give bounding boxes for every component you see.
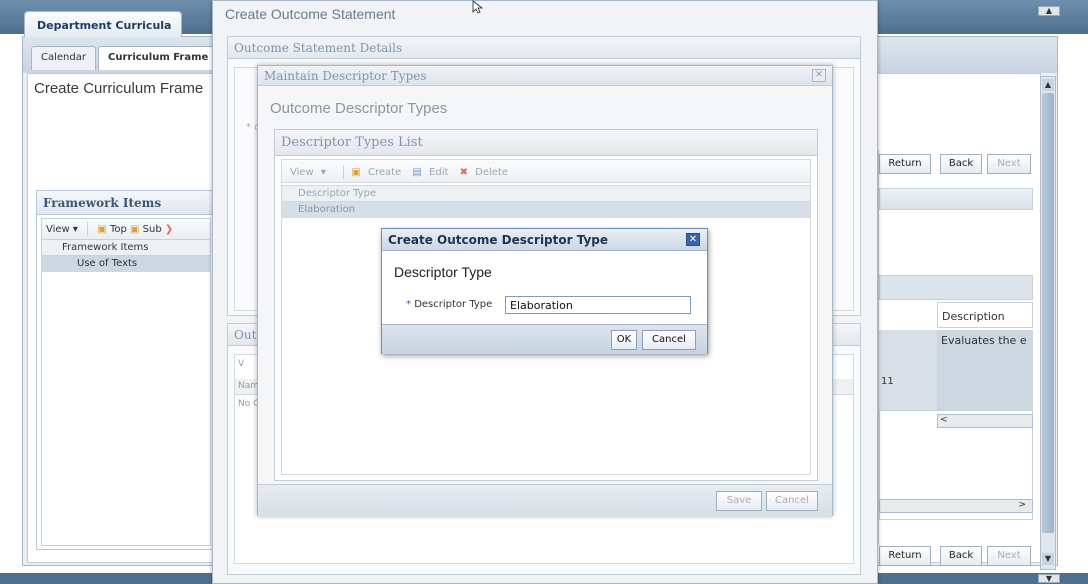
dialog-title: Create Outcome Descriptor Type xyxy=(388,233,609,247)
tab-label: Curriculum Frame xyxy=(108,52,209,63)
close-icon[interactable]: ✕ xyxy=(686,233,700,246)
dialog-title: Create Outcome Statement xyxy=(225,6,396,22)
framework-items-title: Framework Items xyxy=(37,191,215,215)
window-control-button[interactable]: ▲ xyxy=(1038,6,1060,16)
create-icon: ▣ xyxy=(97,224,107,235)
tab-department-curricula[interactable]: Department Curricula xyxy=(24,11,182,37)
edit-label: Edit xyxy=(429,167,449,178)
create-label: Create xyxy=(367,167,402,178)
delete-icon[interactable]: ❯ xyxy=(165,224,173,235)
create-button[interactable]: ▣ Create xyxy=(351,167,405,178)
framework-items-panel: Framework Items View ▾ ▣ Top ▣ Sub ❯ Fra… xyxy=(36,190,216,550)
tab-label: Calendar xyxy=(41,52,86,63)
framework-column-header: Framework Items xyxy=(41,240,211,256)
right-details-section: Description 11 Evaluates the e < > xyxy=(878,150,1034,545)
mouse-cursor-icon xyxy=(472,0,484,14)
horizontal-scrollbar[interactable]: > xyxy=(879,499,1033,513)
dialog-heading: Descriptor Type xyxy=(394,264,492,280)
toolbar-divider xyxy=(87,222,89,236)
edit-icon: ▤ xyxy=(412,167,422,178)
panel-title: Outcome Statement Details xyxy=(228,37,860,59)
add-sub-button[interactable]: ▣ Sub xyxy=(130,224,162,235)
chevron-down-icon: ▾ xyxy=(72,224,78,235)
delete-button[interactable]: ✖ Delete xyxy=(460,167,512,178)
cancel-button[interactable]: Cancel xyxy=(642,330,696,350)
description-cell[interactable]: Evaluates the e xyxy=(937,330,1033,410)
create-icon: ▣ xyxy=(351,167,361,178)
tab-curriculum-framework[interactable]: Curriculum Frame xyxy=(98,46,219,70)
section-header xyxy=(879,188,1033,210)
delete-icon: ✖ xyxy=(459,167,468,178)
panel-title: Descriptor Types List xyxy=(275,130,817,156)
horizontal-scrollbar[interactable]: < xyxy=(937,414,1033,428)
close-icon[interactable]: ✕ xyxy=(812,69,826,82)
section-heading: Outcome Descriptor Types xyxy=(270,100,448,117)
view-menu-button[interactable]: View ▾ xyxy=(46,224,78,235)
return-button-bottom[interactable]: Return xyxy=(879,546,931,566)
cancel-button[interactable]: Cancel xyxy=(766,491,818,511)
view-menu-button[interactable]: V xyxy=(238,359,244,369)
descriptor-type-label: * Descriptor Type xyxy=(406,299,492,310)
dialog-footer: OK Cancel xyxy=(382,324,707,354)
tab-calendar[interactable]: Calendar xyxy=(31,46,96,70)
vertical-scrollbar[interactable]: ▲ ▼ xyxy=(1040,76,1056,570)
framework-toolbar: View ▾ ▣ Top ▣ Sub ❯ xyxy=(41,218,211,240)
descriptor-toolbar: View ▾ ▣ Create ▤ Edit ✖ Delete xyxy=(281,159,811,183)
table-row[interactable]: Elaboration xyxy=(282,202,810,218)
back-button-bottom[interactable]: Back xyxy=(940,546,982,566)
next-button-bottom[interactable]: Next xyxy=(987,546,1031,566)
table-row[interactable]: Use of Texts xyxy=(41,256,211,272)
chevron-up-icon[interactable]: ▲ xyxy=(1042,79,1054,91)
create-icon: ▣ xyxy=(130,224,140,235)
dialog-titlebar: Maintain Descriptor Types xyxy=(258,66,832,86)
delete-label: Delete xyxy=(475,167,509,178)
add-top-button[interactable]: ▣ Top xyxy=(97,224,127,235)
save-button[interactable]: Save xyxy=(716,491,762,511)
create-outcome-descriptor-type-dialog: Create Outcome Descriptor Type ✕ Descrip… xyxy=(381,228,708,354)
table-cell: 11 xyxy=(879,330,937,410)
view-label: View xyxy=(46,224,70,235)
view-menu-button[interactable]: View ▾ xyxy=(290,167,330,178)
top-label: Top xyxy=(109,224,127,235)
framework-grid-body xyxy=(41,272,211,546)
dialog-titlebar: Create Outcome Descriptor Type xyxy=(382,229,707,251)
chevron-down-icon: ▾ xyxy=(320,167,326,178)
chevron-right-icon[interactable]: > xyxy=(1018,500,1026,510)
chevron-left-icon[interactable]: < xyxy=(940,415,948,425)
dialog-title: Maintain Descriptor Types xyxy=(264,69,427,83)
scrollbar-thumb[interactable] xyxy=(1042,93,1054,533)
edit-button[interactable]: ▤ Edit xyxy=(412,167,452,178)
required-asterisk: * xyxy=(406,299,411,310)
view-label: View xyxy=(290,167,314,178)
window-control-button[interactable]: ▼ xyxy=(1038,574,1060,583)
sub-label: Sub xyxy=(142,224,162,235)
chevron-down-icon[interactable]: ▼ xyxy=(1042,553,1054,565)
section-band xyxy=(879,275,1033,300)
description-column-header: Description xyxy=(937,302,1033,328)
field-label-text: Descriptor Type xyxy=(414,299,493,310)
descriptor-type-input[interactable] xyxy=(505,296,691,314)
page-title: Create Curriculum Frame xyxy=(34,80,204,97)
toolbar-divider xyxy=(343,165,345,179)
ok-button[interactable]: OK xyxy=(611,330,637,350)
descriptor-type-column-header: Descriptor Type xyxy=(282,186,810,202)
